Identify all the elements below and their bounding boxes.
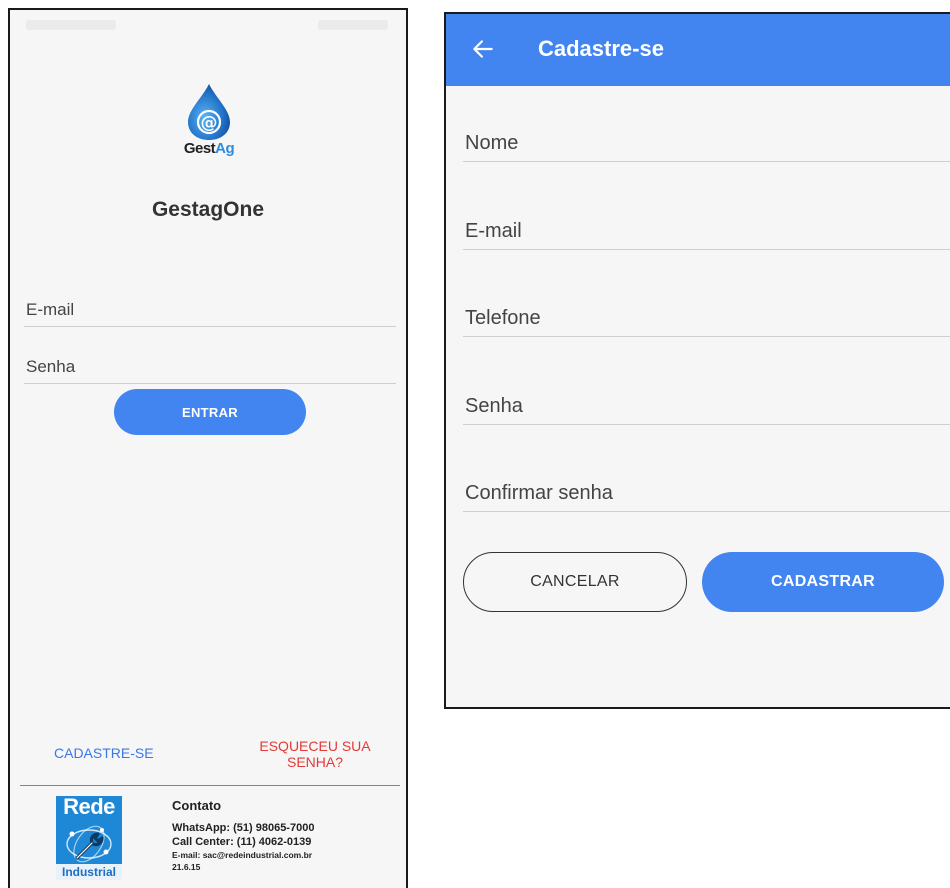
forgot-password-line2: SENHA? <box>286 754 344 770</box>
forgot-password-link[interactable]: ESQUECEU SUA SENHA? <box>250 738 380 770</box>
cancel-button[interactable]: CANCELAR <box>463 552 687 612</box>
email-placeholder: E-mail <box>26 300 75 319</box>
logo-text-ag: Ag <box>215 140 235 157</box>
phone-field[interactable]: Telefone <box>463 293 950 337</box>
name-placeholder: Nome <box>465 132 519 154</box>
phone-placeholder: Telefone <box>465 307 541 329</box>
register-link[interactable]: CADASTRE-SE <box>54 745 154 761</box>
contact-email: E-mail: sac@redeindustrial.com.br <box>172 850 313 860</box>
enter-button[interactable]: ENTRAR <box>114 389 306 435</box>
contact-info: Contato WhatsApp: (51) 98065-7000 Call C… <box>172 798 314 873</box>
register-password-placeholder: Senha <box>465 395 523 417</box>
water-drop-at-icon: @ <box>188 84 230 140</box>
gestag-logo: @ GestAg <box>172 82 246 166</box>
contact-call-center: Call Center: (11) 4062-0139 <box>172 836 312 848</box>
footer-divider <box>20 785 400 786</box>
register-password-field[interactable]: Senha <box>463 381 950 425</box>
register-email-placeholder: E-mail <box>465 220 522 242</box>
confirm-password-placeholder: Confirmar senha <box>465 482 613 504</box>
svg-text:@: @ <box>201 113 218 133</box>
register-email-field[interactable]: E-mail <box>463 206 950 250</box>
status-bar <box>10 10 406 44</box>
email-field[interactable]: E-mail <box>24 291 396 327</box>
forgot-password-line1: ESQUECEU SUA <box>259 738 371 754</box>
password-field[interactable]: Senha <box>24 348 396 384</box>
logo-text: GestAg <box>172 140 246 157</box>
contact-title: Contato <box>172 798 222 813</box>
rede-logo-top-text: Rede <box>63 796 115 819</box>
app-version: 21.6.15 <box>172 862 201 872</box>
app-title: GestagOne <box>151 198 265 221</box>
status-bar-left <box>26 20 116 30</box>
rede-industrial-logo: Rede Industrial <box>56 796 122 880</box>
name-field[interactable]: Nome <box>463 118 950 162</box>
wrench-network-icon <box>66 825 112 863</box>
register-button[interactable]: CADASTRAR <box>702 552 944 612</box>
password-placeholder: Senha <box>26 357 76 376</box>
login-screen: @ GestAg GestagOne E-mail Senha ENTRAR C… <box>8 8 408 888</box>
page-title: Cadastre-se <box>538 36 664 61</box>
rede-logo-bottom-text: Industrial <box>56 864 122 880</box>
arrow-left-icon[interactable] <box>470 36 496 62</box>
status-bar-right <box>318 20 388 30</box>
logo-text-gest: Gest <box>183 140 216 157</box>
contact-whatsapp: WhatsApp: (51) 98065-7000 <box>172 822 315 834</box>
confirm-password-field[interactable]: Confirmar senha <box>463 468 950 512</box>
app-bar: Cadastre-se <box>446 14 950 86</box>
register-screen: Cadastre-se Nome E-mail Telefone Senha C… <box>444 12 950 709</box>
